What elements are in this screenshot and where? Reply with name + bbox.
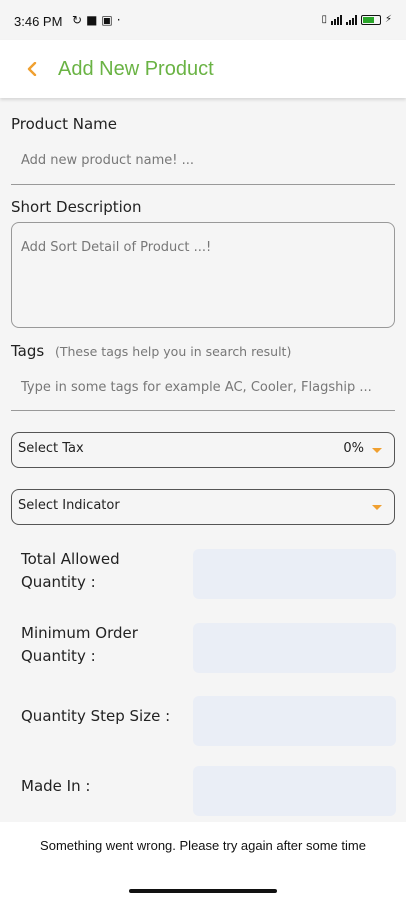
- total-allowed-quantity-label-line2: Quantity :: [21, 573, 96, 591]
- quantity-step-size-label: Quantity Step Size :: [21, 707, 171, 725]
- dot-icon: ·: [116, 13, 125, 27]
- gesture-nav-handle[interactable]: [129, 889, 277, 893]
- status-right-icons: ▯ ⚡: [321, 14, 392, 25]
- minimum-order-quantity-label-line1: Minimum Order: [21, 624, 138, 642]
- short-description-label: Short Description: [11, 198, 142, 216]
- app-bar: Add New Product: [0, 40, 406, 98]
- linkedin-icon: ▣: [101, 13, 117, 27]
- page-title: Add New Product: [58, 57, 214, 80]
- status-left-icons: ↻■▣·: [72, 13, 125, 27]
- minimum-order-quantity-input[interactable]: [193, 623, 396, 673]
- tax-select[interactable]: Select Tax 0%: [11, 432, 395, 468]
- quantity-step-size-input[interactable]: [193, 696, 396, 746]
- status-time: 3:46 PM: [14, 14, 63, 29]
- dropdown-arrow-icon: [372, 448, 382, 453]
- indicator-select[interactable]: Select Indicator: [11, 489, 395, 525]
- made-in-input[interactable]: [193, 766, 396, 816]
- signal-icon: [345, 14, 357, 25]
- made-in-label: Made In :: [21, 777, 91, 795]
- tags-input[interactable]: Type in some tags for example AC, Cooler…: [21, 380, 372, 395]
- total-allowed-quantity-input[interactable]: [193, 549, 396, 599]
- short-description-placeholder: Add Sort Detail of Product ...!: [21, 240, 212, 255]
- wifi-icon: [330, 14, 342, 25]
- product-name-label: Product Name: [11, 115, 117, 133]
- indicator-select-label: Select Indicator: [18, 498, 120, 513]
- tax-select-value: 0%: [343, 441, 364, 456]
- tags-hint: (These tags help you in search result): [55, 344, 292, 359]
- tax-select-label: Select Tax: [18, 441, 84, 456]
- battery-icon: [360, 14, 381, 25]
- sync-icon: ↻: [72, 13, 87, 27]
- total-allowed-quantity-label: Total Allowed Quantity :: [21, 548, 120, 594]
- chevron-left-icon: [27, 62, 37, 76]
- product-name-input[interactable]: Add new product name! ...: [21, 153, 194, 168]
- notification-icon: ■: [86, 13, 102, 27]
- vibrate-icon: ▯: [321, 14, 327, 25]
- dropdown-arrow-icon: [372, 505, 382, 510]
- back-button[interactable]: [12, 49, 52, 89]
- snackbar-message: Something went wrong. Please try again a…: [40, 838, 366, 853]
- status-bar: 3:46 PM ↻■▣· ▯ ⚡: [0, 0, 406, 40]
- total-allowed-quantity-label-line1: Total Allowed: [21, 550, 120, 568]
- minimum-order-quantity-label: Minimum Order Quantity :: [21, 622, 138, 668]
- charging-icon: ⚡: [384, 14, 392, 25]
- tags-label: Tags: [11, 342, 45, 360]
- product-name-underline: [11, 184, 395, 185]
- short-description-textarea[interactable]: Add Sort Detail of Product ...!: [11, 222, 395, 328]
- minimum-order-quantity-label-line2: Quantity :: [21, 647, 96, 665]
- tags-underline: [11, 410, 395, 411]
